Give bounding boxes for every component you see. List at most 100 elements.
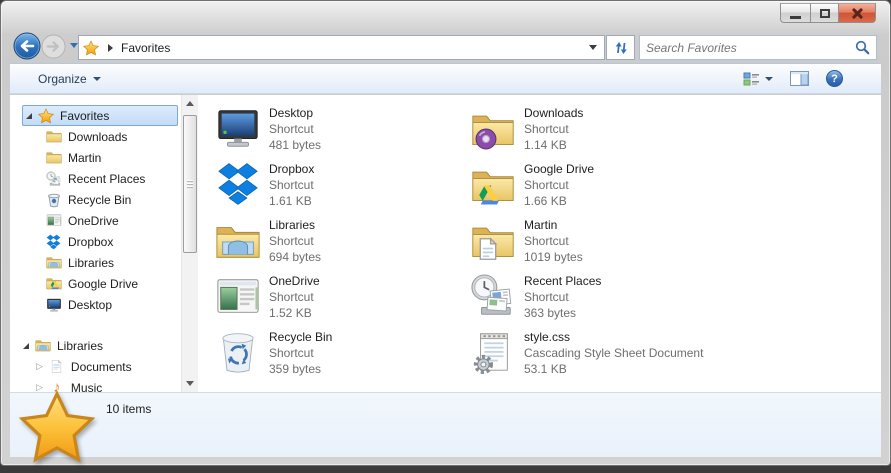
file-size: 1.52 KB (269, 306, 312, 320)
expander-closed-icon[interactable]: ▷ (36, 362, 43, 371)
change-view-button[interactable] (739, 68, 777, 90)
preview-pane-icon (790, 71, 809, 86)
sidebar-section-libraries[interactable]: Libraries (10, 335, 181, 356)
search-input[interactable] (646, 40, 855, 55)
file-tile-downloads[interactable]: Downloads Shortcut 1.14 KB (469, 104, 719, 160)
file-tile-recycle-bin[interactable]: Recycle Bin Shortcut 359 bytes (214, 328, 464, 384)
recent-pages-dropdown-icon[interactable] (70, 43, 78, 48)
file-tile-dropbox[interactable]: Dropbox Shortcut 1.61 KB (214, 160, 464, 216)
folder-icon (46, 129, 62, 145)
file-name: OneDrive (269, 274, 320, 288)
toolbar: Organize (10, 63, 881, 94)
recent-places-icon (469, 272, 517, 320)
close-button[interactable] (839, 3, 876, 23)
libraries-icon (35, 338, 51, 354)
file-type: Cascading Style Sheet Document (524, 346, 704, 360)
user-folder-icon (469, 216, 517, 264)
favorites-star-icon (83, 40, 99, 56)
onedrive-icon (214, 272, 262, 320)
views-dropdown-icon[interactable] (765, 76, 773, 81)
recent-places-icon (46, 171, 62, 187)
recycle-bin-icon (214, 328, 262, 376)
address-bar[interactable]: Favorites (78, 35, 605, 60)
sidebar-item-favorites[interactable]: Favorites (22, 105, 178, 126)
arrow-up-icon (186, 101, 194, 106)
scrollbar-grip-icon (187, 180, 193, 188)
recycle-bin-icon (46, 192, 62, 208)
file-size: 1.61 KB (269, 194, 312, 208)
file-type: Shortcut (524, 290, 569, 304)
file-type: Shortcut (269, 234, 314, 248)
search-icon[interactable] (855, 40, 870, 55)
file-size: 363 bytes (524, 306, 577, 320)
breadcrumb-arrow-icon[interactable] (108, 43, 113, 52)
document-icon (49, 359, 65, 375)
sidebar-item-onedrive[interactable]: OneDrive (10, 210, 181, 231)
navigation-pane: Favorites Downloads Martin Recent Places… (10, 95, 181, 392)
file-name: Libraries (269, 218, 316, 232)
minimize-button[interactable] (780, 3, 810, 23)
expander-open-icon[interactable] (26, 112, 32, 119)
sidebar-item-martin[interactable]: Martin (10, 147, 181, 168)
file-type: Shortcut (269, 122, 314, 136)
file-type: Shortcut (269, 178, 314, 192)
file-tile-onedrive[interactable]: OneDrive Shortcut 1.52 KB (214, 272, 464, 328)
file-tile-desktop[interactable]: Desktop Shortcut 481 bytes (214, 104, 464, 160)
desktop-icon (46, 297, 62, 313)
help-button[interactable] (822, 67, 847, 90)
sidebar-item-desktop[interactable]: Desktop (10, 294, 181, 315)
file-size: 1.66 KB (524, 194, 567, 208)
file-tile-recent-places[interactable]: Recent Places Shortcut 363 bytes (469, 272, 719, 328)
sidebar-item-recycle-bin[interactable]: Recycle Bin (10, 189, 181, 210)
sidebar-item-dropbox[interactable]: Dropbox (10, 231, 181, 252)
file-tile-style-css[interactable]: style.css Cascading Style Sheet Document… (469, 328, 719, 384)
downloads-folder-icon (469, 104, 517, 152)
close-icon (852, 8, 863, 19)
desktop-icon (214, 104, 262, 152)
scroll-up-button[interactable] (182, 95, 198, 112)
sidebar-scrollbar[interactable] (181, 95, 198, 392)
file-type: Shortcut (269, 290, 314, 304)
window-controls (780, 3, 876, 23)
details-pane: 10 items (10, 392, 881, 457)
refresh-icon (615, 41, 627, 54)
file-size: 1.14 KB (524, 138, 567, 152)
file-tile-libraries[interactable]: Libraries Shortcut 694 bytes (214, 216, 464, 272)
file-tile-google-drive[interactable]: Google Drive Shortcut 1.66 KB (469, 160, 719, 216)
favorites-star-icon (19, 389, 95, 465)
address-dropdown-icon[interactable] (589, 45, 597, 50)
folder-icon (46, 150, 62, 166)
dropbox-icon (46, 234, 62, 250)
breadcrumb-location[interactable]: Favorites (121, 41, 589, 55)
file-size: 359 bytes (269, 362, 322, 376)
file-size: 1019 bytes (524, 250, 583, 264)
file-name: Downloads (524, 106, 584, 120)
maximize-button[interactable] (810, 3, 839, 23)
forward-button[interactable] (41, 34, 66, 59)
preview-pane-button[interactable] (786, 68, 813, 89)
sidebar-item-recent-places[interactable]: Recent Places (10, 168, 181, 189)
scroll-down-button[interactable] (182, 375, 198, 392)
file-size: 53.1 KB (524, 362, 567, 376)
sidebar-item-documents[interactable]: ▷ Documents (10, 356, 181, 377)
disc-icon (475, 128, 497, 150)
organize-button[interactable]: Organize (28, 68, 111, 90)
file-name: style.css (524, 330, 571, 344)
google-drive-icon (475, 183, 501, 207)
google-drive-icon (46, 276, 62, 292)
sidebar-item-google-drive[interactable]: Google Drive (10, 273, 181, 294)
scrollbar-thumb[interactable] (183, 115, 197, 253)
file-name: Recent Places (524, 274, 602, 288)
file-list-pane: Desktop Shortcut 481 bytes Downloads Sho… (198, 95, 881, 392)
sidebar-item-downloads[interactable]: Downloads (10, 126, 181, 147)
sidebar-item-libraries[interactable]: Libraries (10, 252, 181, 273)
file-name: Google Drive (524, 162, 595, 176)
file-type: Shortcut (524, 234, 569, 248)
refresh-button[interactable] (606, 35, 635, 60)
file-tile-martin[interactable]: Martin Shortcut 1019 bytes (469, 216, 719, 272)
back-button[interactable] (13, 32, 41, 60)
file-name: Desktop (269, 106, 314, 120)
minimize-icon (790, 15, 801, 19)
expander-open-icon[interactable] (23, 342, 29, 349)
libraries-icon (214, 216, 262, 264)
